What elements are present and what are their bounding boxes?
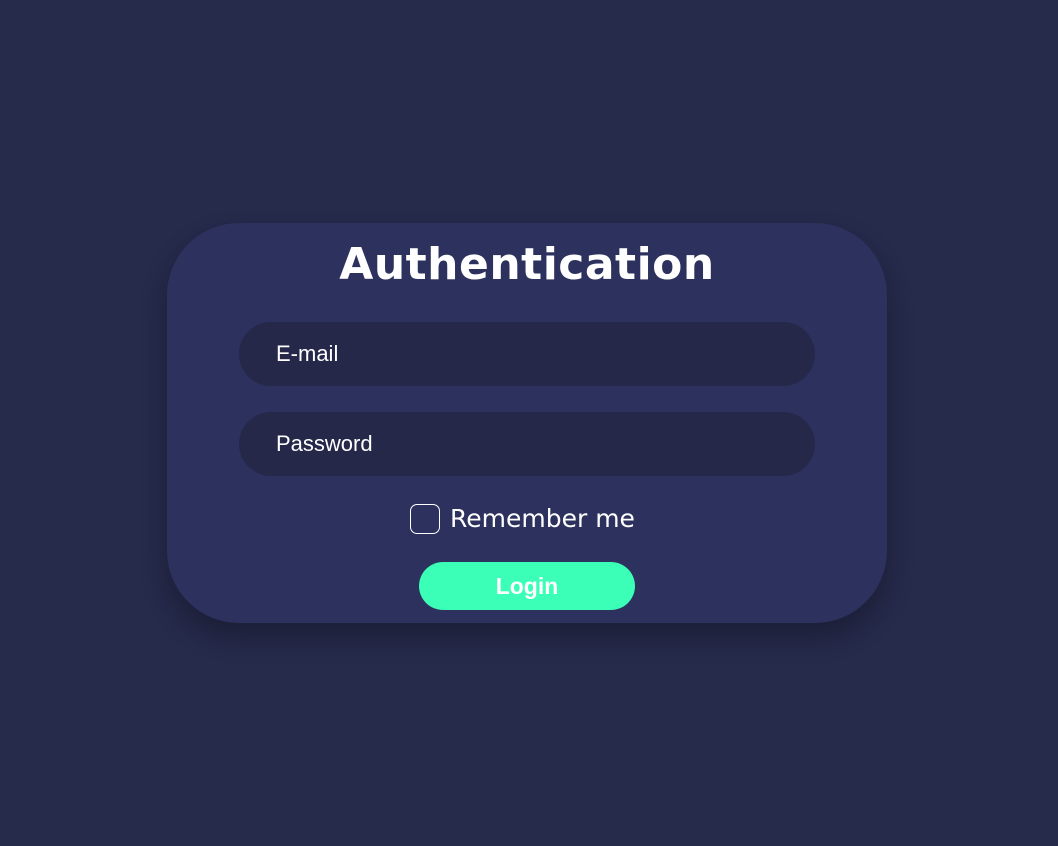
- password-input[interactable]: [239, 412, 815, 476]
- form-title: Authentication: [339, 239, 715, 290]
- login-button[interactable]: Login: [419, 562, 635, 610]
- auth-card: Authentication Remember me Login: [167, 223, 887, 623]
- remember-me-row[interactable]: Remember me: [410, 502, 635, 536]
- email-input[interactable]: [239, 322, 815, 386]
- remember-me-label[interactable]: Remember me: [450, 502, 635, 536]
- remember-me-checkbox[interactable]: [410, 504, 440, 534]
